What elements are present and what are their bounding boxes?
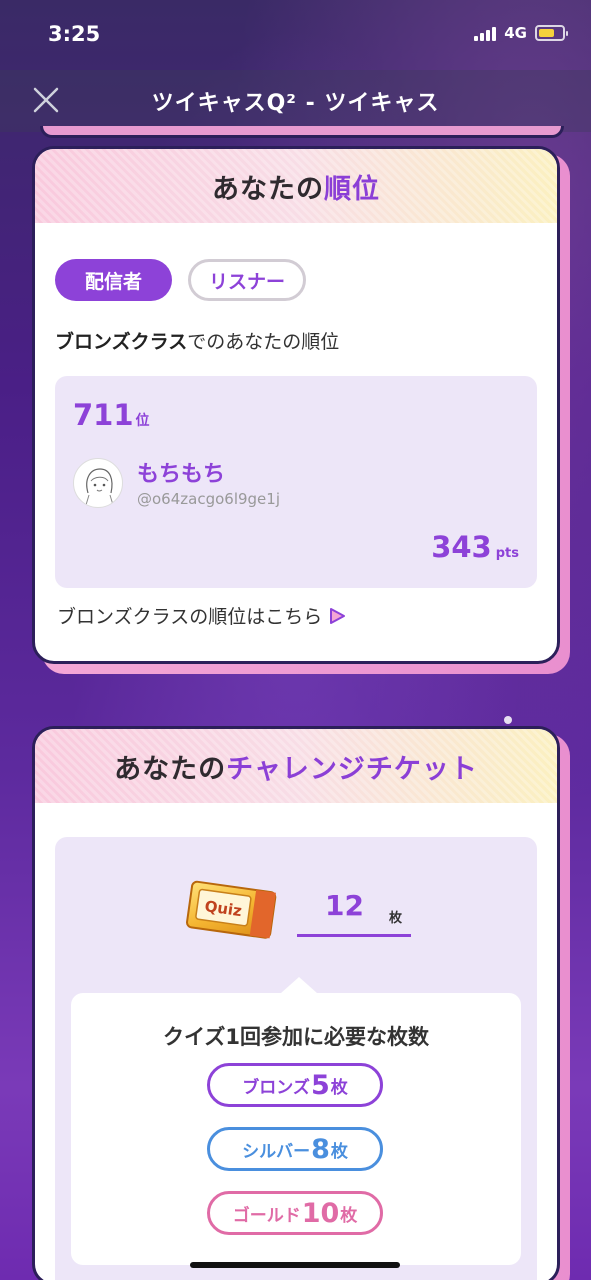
tab-broadcaster[interactable]: 配信者 xyxy=(55,259,173,301)
tier-count: 10 xyxy=(301,1197,340,1229)
tier-label: ブロンズ xyxy=(242,1077,310,1098)
role-tabs: 配信者 リスナー xyxy=(35,223,557,301)
previous-card-edge xyxy=(40,126,564,138)
rank-unit: 位 xyxy=(135,413,150,429)
points-unit: pts xyxy=(495,546,519,561)
play-arrow-icon[interactable] xyxy=(328,607,346,625)
class-ranking-link[interactable]: ブロンズクラスの順位はこちら xyxy=(35,588,557,629)
signal-icon xyxy=(474,25,497,41)
rank-caption-text: でのあなたの順位 xyxy=(187,331,340,353)
rank-value: 711 xyxy=(73,398,134,432)
status-bar: 3:25 4G xyxy=(0,0,591,70)
tier-count: 5 xyxy=(310,1069,330,1101)
ticket-card-body: あなたの チャレンジチケット Quiz 12 枚 クイズ1回参加に必要な枚数 ブ… xyxy=(32,726,560,1280)
ticket-card: あなたの チャレンジチケット Quiz 12 枚 クイズ1回参加に必要な枚数 ブ… xyxy=(32,726,570,1280)
nav-bar: ツイキャスQ² - ツイキャス xyxy=(0,70,591,132)
tier-bronze: ブロンズ 5 枚 xyxy=(207,1063,383,1107)
points-value: 343 xyxy=(431,530,492,564)
requirement-box: クイズ1回参加に必要な枚数 ブロンズ 5 枚 シルバー 8 枚 ゴールド 10 枚 xyxy=(71,977,521,1265)
status-indicators: 4G xyxy=(474,24,568,42)
ticket-card-header: あなたの チャレンジチケット xyxy=(35,729,557,803)
status-time: 3:25 xyxy=(48,22,101,46)
home-indicator[interactable] xyxy=(190,1262,400,1268)
ticket-count: 12 枚 xyxy=(297,889,411,937)
avatar-sketch-icon xyxy=(85,468,114,506)
sparkle-decoration xyxy=(504,716,512,724)
tier-label: ゴールド xyxy=(232,1205,301,1226)
ticket-count-unit: 枚 xyxy=(389,911,403,926)
ticket-header-accent: チャレンジチケット xyxy=(226,753,478,785)
quiz-ticket-icon: Quiz xyxy=(186,880,277,939)
rank-number: 711 位 xyxy=(73,398,150,432)
ticket-header-prefix: あなたの xyxy=(114,753,227,785)
tier-unit: 枚 xyxy=(330,1077,348,1098)
tier-label: シルバー xyxy=(242,1141,311,1162)
tier-unit: 枚 xyxy=(330,1141,348,1162)
close-icon[interactable] xyxy=(32,86,60,114)
ranking-card-body: あなたの 順位 配信者 リスナー ブロンズクラスでのあなたの順位 711 位 もちも… xyxy=(32,146,560,664)
rank-caption-class: ブロンズクラス xyxy=(55,331,188,353)
tab-listener[interactable]: リスナー xyxy=(188,259,307,301)
ranking-card: あなたの 順位 配信者 リスナー ブロンズクラスでのあなたの順位 711 位 もちも… xyxy=(32,146,570,674)
ranking-header-accent: 順位 xyxy=(324,173,380,205)
ticket-summary-box: Quiz 12 枚 クイズ1回参加に必要な枚数 ブロンズ 5 枚 シルバー 8 枚 ゴー… xyxy=(55,837,537,1280)
tier-count: 8 xyxy=(311,1133,330,1165)
user-handle: @o64zacgo6l9ge1j xyxy=(137,490,280,508)
tier-gold: ゴールド 10 枚 xyxy=(207,1191,383,1235)
tier-silver: シルバー 8 枚 xyxy=(207,1127,383,1171)
rank-summary-box: 711 位 もちもち @o64zacgo6l9ge1j 343 pts xyxy=(55,376,537,588)
class-ranking-link-text[interactable]: ブロンズクラスの順位はこちら xyxy=(57,602,322,629)
ranking-header-prefix: あなたの xyxy=(212,173,324,205)
rank-caption: ブロンズクラスでのあなたの順位 xyxy=(35,301,557,354)
battery-icon xyxy=(535,25,568,41)
page-title: ツイキャスQ² - ツイキャス xyxy=(151,91,440,116)
ranking-card-header: あなたの 順位 xyxy=(35,149,557,223)
requirement-title: クイズ1回参加に必要な枚数 xyxy=(163,1025,429,1049)
battery-fill xyxy=(539,29,555,37)
avatar xyxy=(73,458,123,508)
tier-unit: 枚 xyxy=(340,1205,358,1226)
points: 343 pts xyxy=(431,530,519,564)
user-name: もちもち xyxy=(137,462,226,487)
ticket-count-value: 12 xyxy=(325,889,364,922)
network-label: 4G xyxy=(504,24,527,42)
